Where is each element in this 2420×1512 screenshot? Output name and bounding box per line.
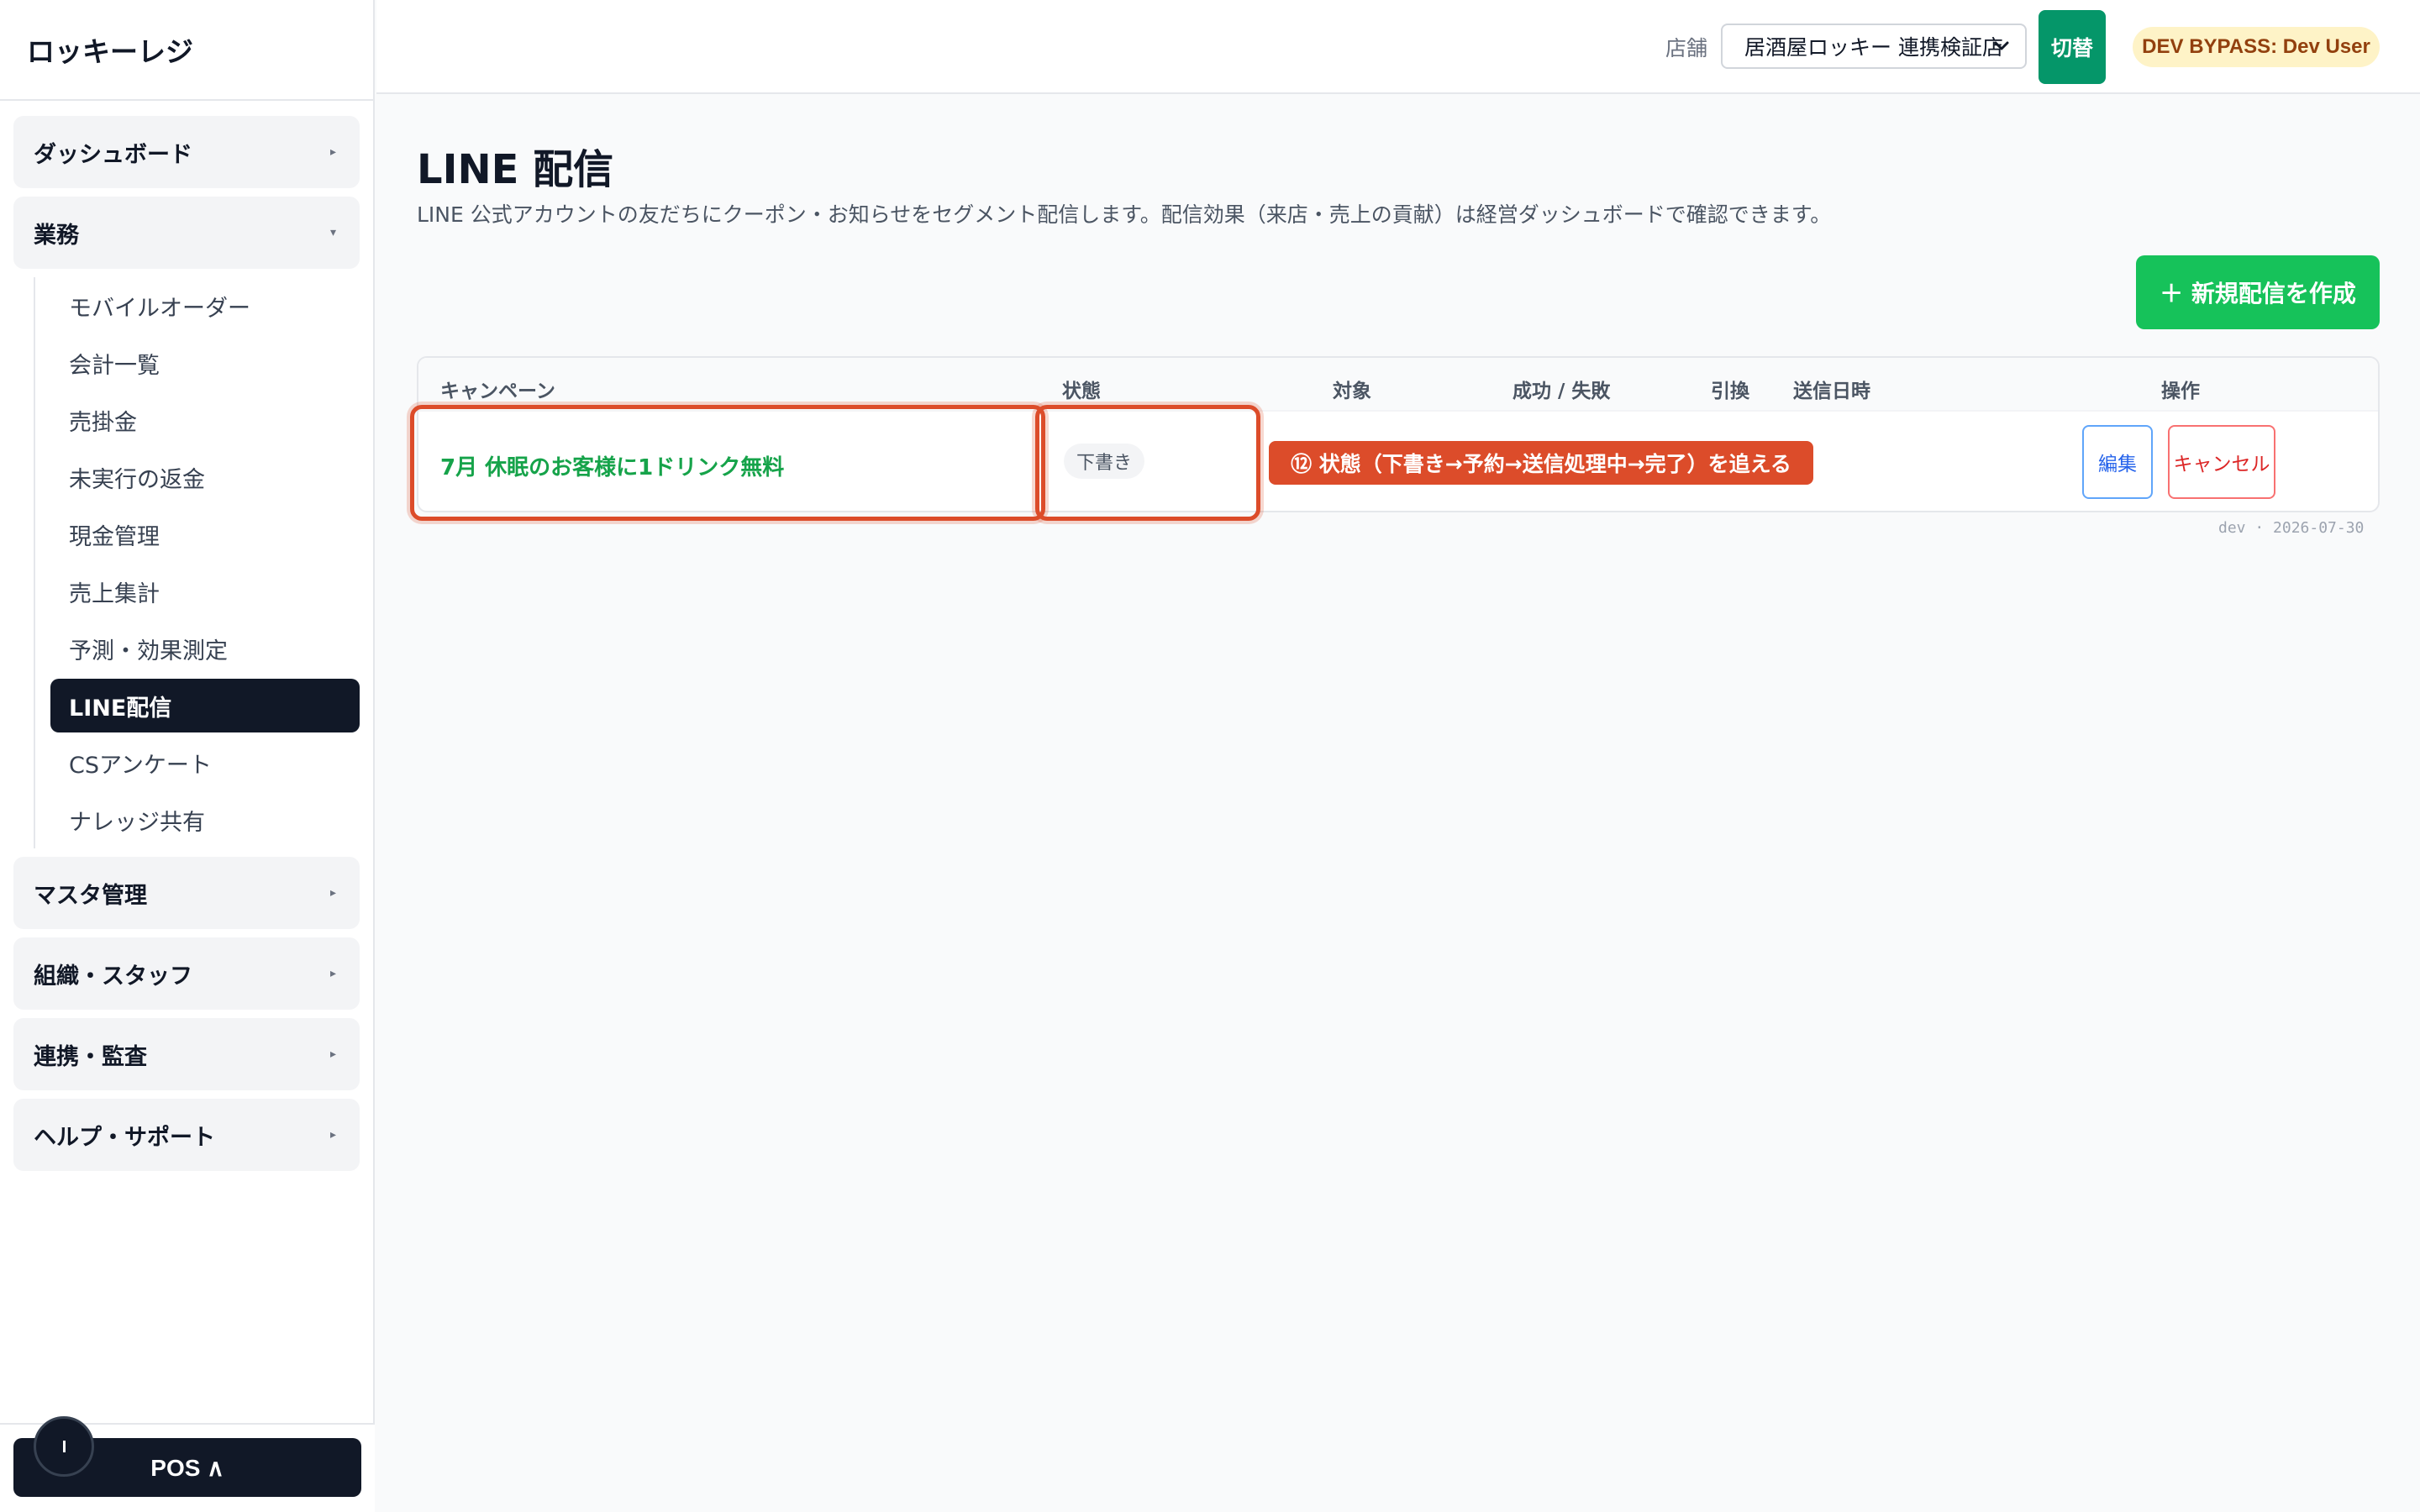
sidebar-group-organization[interactable]: 組織・スタッフ ▸: [13, 937, 360, 1010]
user-badge: DEV BYPASS: Dev User: [2133, 27, 2380, 67]
sidebar-footer: POS ∧: [0, 1416, 375, 1512]
sidebar-item-cash-management[interactable]: 現金管理: [50, 506, 360, 563]
column-header-status: 状態: [1062, 381, 1101, 402]
store-select-value: 居酒屋ロッキー 連携検証店: [1744, 35, 2003, 60]
chevron-down-icon: [1994, 41, 2009, 50]
caret-right-icon: ▸: [329, 1128, 336, 1142]
sidebar-item-knowledge-share[interactable]: ナレッジ共有: [50, 791, 360, 848]
sidebar-item-line-delivery[interactable]: LINE配信: [50, 679, 360, 732]
cancel-button[interactable]: キャンセル: [2168, 425, 2275, 499]
status-indicator-icon[interactable]: [34, 1416, 94, 1477]
sidebar-item-mobile-order[interactable]: モバイルオーダー: [50, 277, 360, 334]
sidebar-group-label: マスタ管理: [34, 882, 147, 909]
sidebar-item-checkout-list[interactable]: 会計一覧: [50, 334, 360, 391]
sidebar-group-dashboard[interactable]: ダッシュボード ▸: [13, 116, 360, 188]
caret-right-icon: ▸: [329, 967, 336, 980]
status-highlight-frame: [1035, 405, 1260, 521]
sidebar-item-forecast[interactable]: 予測・効果測定: [50, 620, 360, 677]
sidebar-item-cs-survey[interactable]: CSアンケート: [50, 734, 360, 791]
sidebar-group-label: ダッシュボード: [34, 141, 192, 168]
page-title: LINE 配信: [417, 146, 614, 193]
edit-button[interactable]: 編集: [2082, 425, 2153, 499]
column-header-campaign: キャンペーン: [440, 381, 555, 402]
column-header-success-fail: 成功 / 失敗: [1512, 381, 1611, 402]
brand-title: ロッキーレジ: [0, 0, 373, 101]
campaign-highlight-frame: [410, 405, 1045, 521]
sidebar-group-master[interactable]: マスタ管理 ▸: [13, 857, 360, 929]
top-bar: 店舗 居酒屋ロッキー 連携検証店 切替 DEV BYPASS: Dev User: [376, 0, 2420, 94]
switch-store-button[interactable]: 切替: [2039, 10, 2106, 84]
column-header-actions: 操作: [2161, 381, 2200, 402]
column-header-redeemed: 引換: [1711, 381, 1749, 402]
annotation-callout: ⑫ 状態（下書き→予約→送信処理中→完了）を追える: [1269, 441, 1813, 485]
column-header-sent-at: 送信日時: [1793, 381, 1870, 402]
sidebar-group-label: 業務: [34, 222, 79, 249]
sidebar-item-sales-summary[interactable]: 売上集計: [50, 563, 360, 620]
caret-right-icon: ▸: [329, 886, 336, 900]
sidebar-group-label: ヘルプ・サポート: [34, 1124, 215, 1151]
store-label: 店舗: [1665, 36, 1708, 60]
sidebar-group-help[interactable]: ヘルプ・サポート ▸: [13, 1099, 360, 1171]
sidebar-business-submenu: モバイルオーダー 会計一覧 売掛金 未実行の返金 現金管理 売上集計 予測・効果…: [34, 277, 360, 848]
sidebar: ロッキーレジ ダッシュボード ▸ 業務 ▾ モバイルオーダー 会計一覧 売掛金 …: [0, 0, 375, 1512]
sidebar-group-label: 組織・スタッフ: [34, 963, 192, 990]
column-header-target: 対象: [1333, 381, 1371, 402]
page-description: LINE 公式アカウントの友だちにクーポン・お知らせをセグメント配信します。配信…: [417, 202, 1832, 227]
sidebar-group-label: 連携・監査: [34, 1043, 147, 1070]
sidebar-group-business[interactable]: 業務 ▾: [13, 197, 360, 269]
sidebar-item-pending-refunds[interactable]: 未実行の返金: [50, 449, 360, 506]
store-select[interactable]: 居酒屋ロッキー 連携検証店: [1721, 24, 2027, 69]
create-delivery-button[interactable]: ＋ 新規配信を作成: [2136, 255, 2380, 329]
caret-right-icon: ▸: [329, 145, 336, 159]
sidebar-group-integration[interactable]: 連携・監査 ▸: [13, 1018, 360, 1090]
sidebar-nav: ダッシュボード ▸ 業務 ▾ モバイルオーダー 会計一覧 売掛金 未実行の返金 …: [0, 101, 373, 1171]
caret-right-icon: ▸: [329, 1047, 336, 1061]
table-header: キャンペーン 状態 対象 成功 / 失敗 引換 送信日時 操作: [418, 358, 2378, 412]
caret-down-icon: ▾: [329, 226, 336, 239]
build-info: dev · 2026-07-30: [2218, 519, 2365, 537]
sidebar-item-receivables[interactable]: 売掛金: [50, 391, 360, 449]
